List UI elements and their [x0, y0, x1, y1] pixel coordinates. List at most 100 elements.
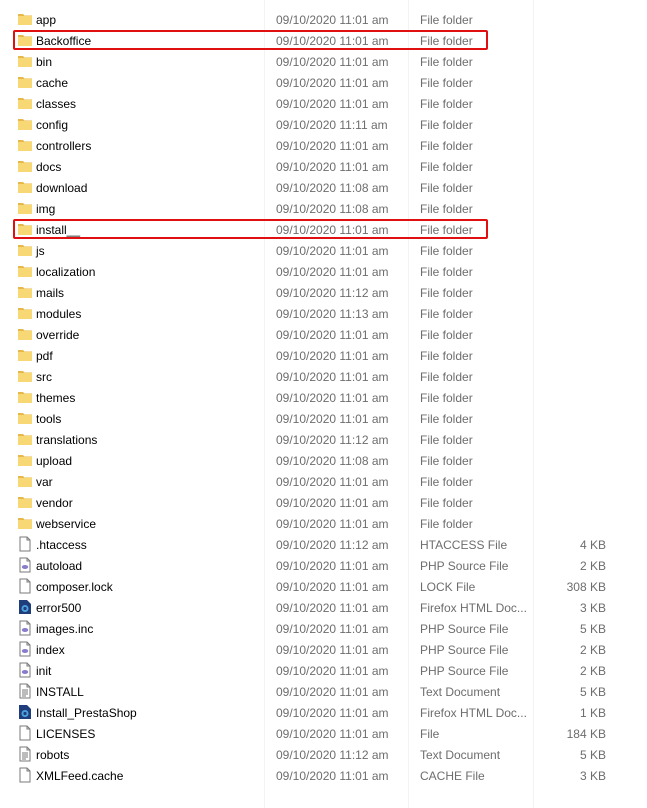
- file-date-modified: 09/10/2020 11:12 am: [276, 286, 389, 300]
- file-row[interactable]: install__ 09/10/2020 11:01 am File folde…: [0, 219, 647, 240]
- file-name: error500: [36, 601, 82, 615]
- file-size: 4 KB: [579, 538, 606, 552]
- file-name: LICENSES: [36, 727, 96, 741]
- file-row[interactable]: upload 09/10/2020 11:08 am File folder: [0, 450, 647, 471]
- file-type: File folder: [420, 223, 473, 237]
- file-date-modified: 09/10/2020 11:01 am: [276, 223, 389, 237]
- file-date-modified: 09/10/2020 11:01 am: [276, 349, 389, 363]
- file-type: Firefox HTML Doc...: [420, 601, 527, 615]
- file-type: Text Document: [420, 748, 501, 762]
- file-row[interactable]: controllers 09/10/2020 11:01 am File fol…: [0, 135, 647, 156]
- file-row[interactable]: webservice 09/10/2020 11:01 am File fold…: [0, 513, 647, 534]
- file-name: Backoffice: [36, 34, 92, 48]
- folder-icon: [17, 473, 33, 489]
- file-row[interactable]: cache 09/10/2020 11:01 am File folder: [0, 72, 647, 93]
- file-row[interactable]: download 09/10/2020 11:08 am File folder: [0, 177, 647, 198]
- file-type: PHP Source File: [420, 643, 509, 657]
- file-row[interactable]: classes 09/10/2020 11:01 am File folder: [0, 93, 647, 114]
- file-date-modified: 09/10/2020 11:01 am: [276, 664, 389, 678]
- file-name: mails: [36, 286, 65, 300]
- file-row[interactable]: autoload 09/10/2020 11:01 am PHP Source …: [0, 555, 647, 576]
- file-date-modified: 09/10/2020 11:01 am: [276, 517, 389, 531]
- file-name: classes: [36, 97, 77, 111]
- file-date-modified: 09/10/2020 11:13 am: [276, 307, 389, 321]
- file-type: File folder: [420, 496, 473, 510]
- file-row[interactable]: Install_PrestaShop 09/10/2020 11:01 am F…: [0, 702, 647, 723]
- file-row[interactable]: var 09/10/2020 11:01 am File folder: [0, 471, 647, 492]
- file-row[interactable]: config 09/10/2020 11:11 am File folder: [0, 114, 647, 135]
- file-row[interactable]: tools 09/10/2020 11:01 am File folder: [0, 408, 647, 429]
- folder-icon: [17, 95, 33, 111]
- file-type: File folder: [420, 55, 473, 69]
- file-row[interactable]: init 09/10/2020 11:01 am PHP Source File…: [0, 660, 647, 681]
- file-type: File folder: [420, 181, 473, 195]
- file-type: File folder: [420, 244, 473, 258]
- file-row[interactable]: src 09/10/2020 11:01 am File folder: [0, 366, 647, 387]
- file-row[interactable]: mails 09/10/2020 11:12 am File folder: [0, 282, 647, 303]
- file-row[interactable]: Backoffice 09/10/2020 11:01 am File fold…: [0, 30, 647, 51]
- file-row[interactable]: app 09/10/2020 11:01 am File folder: [0, 9, 647, 30]
- folder-icon: [17, 452, 33, 468]
- file-row[interactable]: translations 09/10/2020 11:12 am File fo…: [0, 429, 647, 450]
- file-row[interactable]: img 09/10/2020 11:08 am File folder: [0, 198, 647, 219]
- file-type: File folder: [420, 391, 473, 405]
- file-type: File folder: [420, 265, 473, 279]
- folder-icon: [17, 515, 33, 531]
- file-date-modified: 09/10/2020 11:01 am: [276, 76, 389, 90]
- file-date-modified: 09/10/2020 11:01 am: [276, 685, 389, 699]
- generic-file-icon: [17, 767, 33, 783]
- file-type: File folder: [420, 76, 473, 90]
- file-row[interactable]: vendor 09/10/2020 11:01 am File folder: [0, 492, 647, 513]
- file-type: File folder: [420, 13, 473, 27]
- file-size: 2 KB: [579, 643, 606, 657]
- file-row[interactable]: localization 09/10/2020 11:01 am File fo…: [0, 261, 647, 282]
- file-type: File folder: [420, 139, 473, 153]
- file-type: File folder: [420, 286, 473, 300]
- file-type: File folder: [420, 97, 473, 111]
- file-row[interactable]: themes 09/10/2020 11:01 am File folder: [0, 387, 647, 408]
- file-name: localization: [36, 265, 96, 279]
- file-size: 184 KB: [566, 727, 606, 741]
- file-type: CACHE File: [420, 769, 485, 783]
- file-row[interactable]: override 09/10/2020 11:01 am File folder: [0, 324, 647, 345]
- file-type: HTACCESS File: [420, 538, 508, 552]
- file-row[interactable]: error500 09/10/2020 11:01 am Firefox HTM…: [0, 597, 647, 618]
- file-name: pdf: [36, 349, 53, 363]
- file-row[interactable]: js 09/10/2020 11:01 am File folder: [0, 240, 647, 261]
- file-row[interactable]: index 09/10/2020 11:01 am PHP Source Fil…: [0, 639, 647, 660]
- file-name: index: [36, 643, 65, 657]
- file-date-modified: 09/10/2020 11:08 am: [276, 181, 389, 195]
- file-row[interactable]: composer.lock 09/10/2020 11:01 am LOCK F…: [0, 576, 647, 597]
- file-row[interactable]: images.inc 09/10/2020 11:01 am PHP Sourc…: [0, 618, 647, 639]
- folder-icon: [17, 221, 33, 237]
- file-name: src: [36, 370, 52, 384]
- file-row[interactable]: docs 09/10/2020 11:01 am File folder: [0, 156, 647, 177]
- file-date-modified: 09/10/2020 11:12 am: [276, 748, 389, 762]
- folder-icon: [17, 137, 33, 153]
- folder-icon: [17, 263, 33, 279]
- file-date-modified: 09/10/2020 11:08 am: [276, 454, 389, 468]
- file-name: download: [36, 181, 88, 195]
- file-name: tools: [36, 412, 62, 426]
- file-row[interactable]: modules 09/10/2020 11:13 am File folder: [0, 303, 647, 324]
- file-row[interactable]: INSTALL 09/10/2020 11:01 am Text Documen…: [0, 681, 647, 702]
- file-date-modified: 09/10/2020 11:01 am: [276, 55, 389, 69]
- file-date-modified: 09/10/2020 11:12 am: [276, 433, 389, 447]
- folder-icon: [17, 179, 33, 195]
- file-name: bin: [36, 55, 53, 69]
- file-name: INSTALL: [36, 685, 84, 699]
- file-name: composer.lock: [36, 580, 113, 594]
- file-row[interactable]: .htaccess 09/10/2020 11:12 am HTACCESS F…: [0, 534, 647, 555]
- text-document-icon: [17, 683, 33, 699]
- file-type: File folder: [420, 349, 473, 363]
- file-row[interactable]: robots 09/10/2020 11:12 am Text Document…: [0, 744, 647, 765]
- file-date-modified: 09/10/2020 11:01 am: [276, 580, 389, 594]
- file-size: 1 KB: [579, 706, 606, 720]
- file-row[interactable]: bin 09/10/2020 11:01 am File folder: [0, 51, 647, 72]
- file-type: PHP Source File: [420, 664, 509, 678]
- file-name: install__: [36, 223, 81, 237]
- file-row[interactable]: pdf 09/10/2020 11:01 am File folder: [0, 345, 647, 366]
- file-row[interactable]: XMLFeed.cache 09/10/2020 11:01 am CACHE …: [0, 765, 647, 786]
- file-row[interactable]: LICENSES 09/10/2020 11:01 am File 184 KB: [0, 723, 647, 744]
- file-type: Firefox HTML Doc...: [420, 706, 527, 720]
